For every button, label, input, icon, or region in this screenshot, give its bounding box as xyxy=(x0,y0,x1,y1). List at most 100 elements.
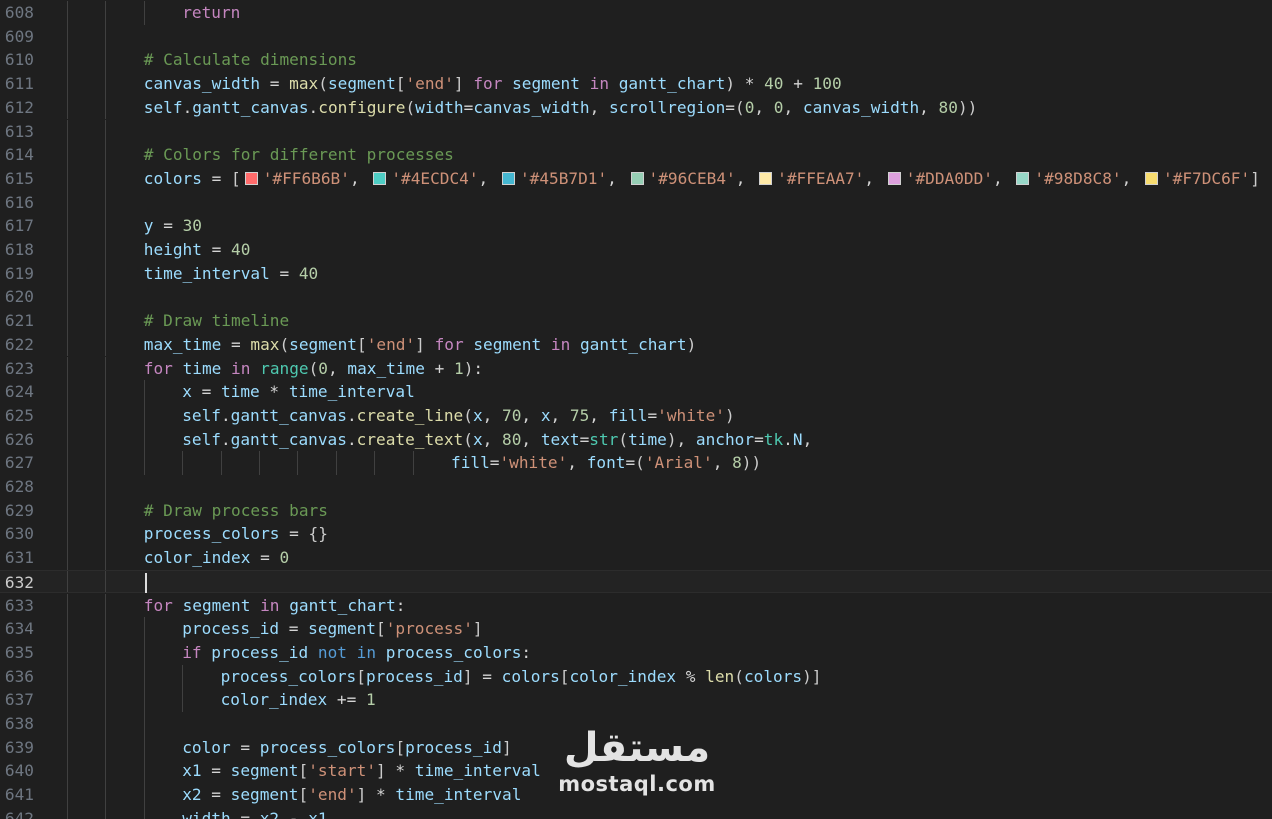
code-token: , xyxy=(482,429,503,449)
code-token: [ xyxy=(395,737,406,757)
code-line[interactable]: 611 canvas_width = max(segment['end'] for… xyxy=(0,72,1272,96)
line-number: 642 xyxy=(4,808,34,819)
line-code: x2 = segment['end'] * time_interval xyxy=(182,783,521,807)
code-line[interactable]: 636 process_colors[process_id] = colors[c… xyxy=(0,664,1272,689)
indent-guide xyxy=(105,522,107,547)
code-line[interactable]: 610 # Calculate dimensions xyxy=(0,48,1272,73)
code-token: 'white' xyxy=(499,453,568,473)
code-token: gantt_chart xyxy=(579,334,687,354)
code-token: '#45B7D1' xyxy=(519,168,608,188)
indent-guide xyxy=(182,688,184,712)
color-swatch-icon[interactable] xyxy=(373,171,387,185)
code-line[interactable]: 618 height = 40 xyxy=(0,238,1272,262)
code-line[interactable]: 613 xyxy=(0,119,1272,144)
code-token: += xyxy=(327,690,366,710)
code-line[interactable]: 635 if process_id not in process_colors: xyxy=(0,640,1272,665)
code-line[interactable]: 630 process_colors = {} xyxy=(0,522,1272,547)
code-token: in xyxy=(356,642,377,662)
code-token: [ xyxy=(376,619,386,639)
code-token: segment xyxy=(327,74,396,94)
line-code: for segment in gantt_chart: xyxy=(144,594,406,618)
code-token: 75 xyxy=(569,405,590,425)
code-token: process_id xyxy=(365,666,463,686)
code-line[interactable]: 614 # Colors for different processes xyxy=(0,143,1272,167)
line-number: 611 xyxy=(4,74,34,94)
indent-guide xyxy=(143,640,145,665)
code-token: max xyxy=(250,334,280,354)
code-editor[interactable]: 608 return 609 610 # Calculate dimensions 611… xyxy=(0,0,1272,819)
color-swatch-icon[interactable] xyxy=(244,171,258,185)
code-token: process_id xyxy=(182,619,280,639)
code-token: 80 xyxy=(938,97,958,117)
line-number: 631 xyxy=(4,548,34,568)
code-line[interactable]: 632 xyxy=(0,569,1272,594)
code-token: = xyxy=(201,168,232,188)
code-token: return xyxy=(182,3,241,22)
code-line[interactable]: 633 for segment in gantt_chart: xyxy=(0,593,1272,618)
code-line[interactable]: 627 fill='white', font=('Arial', 8)) xyxy=(0,451,1272,475)
code-line[interactable]: 634 process_id = segment['process'] xyxy=(0,617,1272,641)
line-code: process_id = segment['process'] xyxy=(182,617,482,641)
code-token: # Calculate dimensions xyxy=(143,50,357,70)
code-token: canvas_width xyxy=(143,74,261,94)
code-token: , xyxy=(992,168,1013,188)
line-number: 622 xyxy=(4,334,34,354)
color-swatch-icon[interactable] xyxy=(501,171,515,185)
code-token: , xyxy=(521,429,541,449)
code-token: , xyxy=(864,168,884,188)
line-code: x = time * time_interval xyxy=(182,380,415,404)
code-token: , xyxy=(478,168,498,188)
line-number: 613 xyxy=(4,121,34,141)
code-token: [ xyxy=(298,761,309,781)
color-swatch-icon[interactable] xyxy=(630,171,644,185)
line-code: y = 30 xyxy=(144,214,202,238)
code-line[interactable]: 628 xyxy=(0,475,1272,499)
indent-guide xyxy=(67,498,68,523)
code-token: + xyxy=(783,74,813,94)
code-token: width xyxy=(182,808,231,819)
code-line[interactable]: 637 color_index += 1 xyxy=(0,688,1272,712)
code-line[interactable]: 642 width = x2 - x1 xyxy=(0,806,1272,819)
code-token: max_time xyxy=(143,334,222,354)
code-line[interactable]: 619 time_interval = 40 xyxy=(0,261,1272,286)
code-line[interactable]: 620 xyxy=(0,285,1272,310)
code-token: , xyxy=(712,453,733,473)
code-line[interactable]: 624 x = time * time_interval xyxy=(0,380,1272,404)
code-token: 40 xyxy=(298,263,319,283)
code-token: segment xyxy=(230,785,299,805)
code-token: = xyxy=(201,761,231,781)
code-line[interactable]: 621 # Draw timeline xyxy=(0,309,1272,333)
line-number: 621 xyxy=(4,311,34,331)
code-line[interactable]: 629 # Draw process bars xyxy=(0,498,1272,523)
code-line[interactable]: 615 colors = ['#FF6B6B', '#4ECDC4', '#45B… xyxy=(0,166,1272,191)
code-line[interactable]: 616 xyxy=(0,190,1272,215)
color-swatch-icon[interactable] xyxy=(1144,171,1158,185)
indent-guide xyxy=(67,309,68,333)
code-line[interactable]: 625 self.gantt_canvas.create_line(x, 70, … xyxy=(0,403,1272,428)
code-line[interactable]: 623 for time in range(0, max_time + 1): xyxy=(0,356,1272,381)
code-token: segment xyxy=(182,595,251,615)
code-line[interactable]: 608 return xyxy=(0,1,1272,25)
indent-guide xyxy=(143,806,145,819)
code-token: x xyxy=(182,382,192,402)
code-line[interactable]: 609 xyxy=(0,24,1272,49)
code-line[interactable]: 612 self.gantt_canvas.configure(width=can… xyxy=(0,95,1272,120)
indent-guide xyxy=(105,356,107,381)
code-line[interactable]: 631 color_index = 0 xyxy=(0,546,1272,570)
code-line[interactable]: 617 y = 30 xyxy=(0,214,1272,238)
line-number: 610 xyxy=(4,50,34,70)
color-swatch-icon[interactable] xyxy=(887,171,901,185)
code-line[interactable]: 622 max_time = max(segment['end'] for seg… xyxy=(0,332,1272,357)
code-token: * xyxy=(385,761,415,781)
code-token: len xyxy=(705,666,735,686)
color-swatch-icon[interactable] xyxy=(1016,171,1030,185)
code-token: colors xyxy=(743,666,803,686)
line-code: self.gantt_canvas.create_line(x, 70, x, … xyxy=(182,404,735,428)
indent-guide xyxy=(105,403,107,428)
color-swatch-icon[interactable] xyxy=(759,171,773,185)
code-line[interactable]: 626 self.gantt_canvas.create_text(x, 80, … xyxy=(0,427,1272,452)
